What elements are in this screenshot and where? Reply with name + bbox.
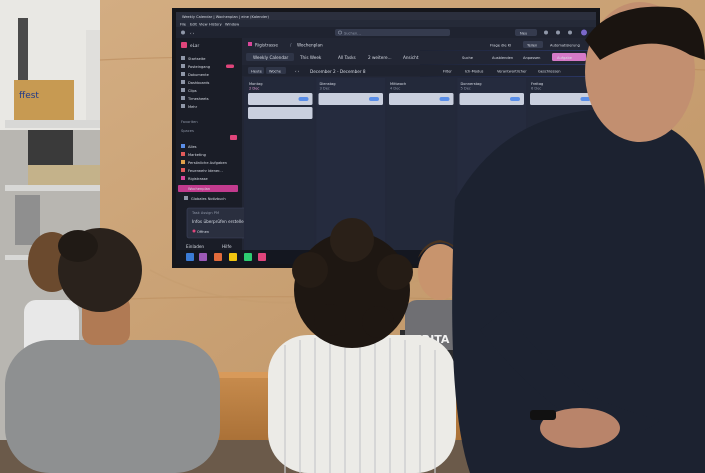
svg-text:ffest: ffest [19, 91, 39, 101]
menu-view[interactable]: View [199, 23, 208, 27]
space-global-notes[interactable]: Globales Notizbuch [191, 197, 226, 201]
add-view-button[interactable]: Ansicht [403, 55, 419, 60]
toggle-icon[interactable] [298, 97, 309, 101]
sidebar-item-posteingang[interactable]: Posteingang [188, 65, 210, 69]
day-date: 2 Dec [249, 87, 259, 91]
ask-ai-button[interactable]: Frage die KI [490, 44, 511, 48]
avatar[interactable] [581, 29, 587, 36]
day-date: 3 Dec [320, 87, 330, 91]
tab-all-tasks[interactable]: All Tasks [338, 55, 356, 60]
svg-text:Weekly Calendar: Weekly Calendar [253, 55, 289, 60]
inbox-icon [181, 64, 185, 68]
menu-edit[interactable]: Edit [190, 23, 198, 27]
search-tasks-button[interactable]: Suche [462, 56, 474, 60]
more-icon [181, 104, 185, 108]
shelf [5, 120, 105, 128]
mine-toggle[interactable]: Ich-Modus [465, 70, 483, 74]
sidebar-item-timesheets[interactable]: Timesheets [187, 97, 209, 101]
customize-button[interactable]: Anpassen [523, 56, 540, 60]
home-icon [181, 56, 185, 60]
breadcrumb-wochenplan[interactable]: Wochenplan [297, 43, 323, 48]
finder-icon[interactable] [186, 253, 194, 261]
bell-icon[interactable] [544, 30, 548, 35]
space-alles[interactable]: Alles [188, 145, 197, 149]
svg-text:Woche: Woche [269, 70, 282, 74]
space-personal-tasks[interactable]: Persönliche Aufgaben [188, 161, 227, 165]
photo: ffest Weekly Calendar | Wochenplan | ein… [0, 0, 705, 473]
day-date: 6 Dec [531, 87, 541, 91]
help-button[interactable]: Hilfe [222, 244, 232, 249]
day-name: Donnerstag [461, 82, 482, 86]
menu-history[interactable]: History [209, 23, 223, 27]
automation-button[interactable]: Automatisierung [550, 44, 580, 48]
add-space-button[interactable] [230, 135, 237, 140]
workspace-name[interactable]: eLar [190, 43, 199, 48]
clock-icon[interactable] [568, 30, 572, 35]
space-rigistrasse[interactable]: Rigistrasse [188, 177, 208, 181]
closed-toggle[interactable]: Geschlossen [538, 70, 561, 74]
favorites-label: Favoriten [181, 120, 198, 124]
day-name: Freitag [531, 82, 543, 86]
space-feuerwehr[interactable]: Feuerwehr Idener... [188, 169, 223, 173]
sidebar-item-dashboards[interactable]: Dashboards [188, 81, 209, 85]
svg-text:Neu: Neu [520, 32, 527, 36]
svg-text:‹ ›: ‹ › [190, 32, 195, 36]
toggle-icon[interactable] [439, 97, 450, 101]
space-marketing[interactable]: Marketing [188, 153, 206, 157]
menu-file[interactable]: File [180, 23, 187, 27]
day-name: Montag [249, 82, 262, 86]
app-icon[interactable] [214, 253, 222, 261]
day-name: Dienstag [320, 82, 336, 86]
toggle-icon[interactable] [369, 97, 379, 101]
grid-icon[interactable] [556, 30, 560, 35]
home-icon[interactable] [181, 30, 185, 35]
dashboard-icon [181, 80, 185, 84]
window-title: Weekly Calendar | Wochenplan | eine (Kal… [182, 15, 270, 19]
tab-more[interactable]: 2 weitere... [368, 55, 392, 60]
svg-text:Heute: Heute [251, 70, 263, 74]
space-wochenplan: Wochenplan [188, 187, 210, 191]
breadcrumb-rigistrasse[interactable]: Rigistrasse [255, 43, 278, 48]
app-icon[interactable] [258, 253, 266, 261]
tab-this-week[interactable]: This Week [299, 55, 322, 60]
scene: ffest Weekly Calendar | Wochenplan | ein… [0, 0, 705, 473]
spaces-label: Spaces [181, 129, 194, 133]
search-placeholder: Suchen... [344, 32, 361, 36]
svg-text:Teilen: Teilen [526, 44, 537, 48]
folder-icon[interactable] [229, 253, 237, 261]
toggle-icon[interactable] [510, 97, 520, 101]
nav-prev-next[interactable]: ‹ › [295, 70, 300, 74]
sidebar-item-mehr[interactable]: Mehr [188, 105, 198, 109]
date-range: December 2 - December 8 [310, 69, 366, 74]
popup-status: Offnen [197, 230, 209, 234]
task-card[interactable] [248, 107, 313, 119]
popup-title: Task Assign PM [191, 211, 219, 215]
menu-window[interactable]: Window [225, 23, 239, 27]
svg-text:Aufgabe: Aufgabe [557, 56, 573, 60]
filter-button[interactable]: Filter [443, 70, 452, 74]
day-date: 5 Dec [461, 87, 471, 91]
popup-subtitle: Infos überprüfen erstellen [192, 219, 247, 224]
timer-icon [181, 96, 185, 100]
hide-button[interactable]: Ausblenden [492, 56, 513, 60]
sidebar-item-dokumente[interactable]: Dokumente [188, 73, 210, 77]
app-icon[interactable] [244, 253, 252, 261]
day-date: 4 Dec [390, 87, 400, 91]
invite-button[interactable]: Einladen [186, 244, 204, 249]
assignee-filter[interactable]: Verantwortlicher [497, 70, 527, 74]
app-icon[interactable] [199, 253, 207, 261]
document-icon [181, 72, 185, 76]
day-name: Mittwoch [390, 82, 406, 86]
clip-icon [181, 88, 185, 92]
sidebar-item-startseite[interactable]: Startseite [188, 57, 206, 61]
sidebar-item-clips[interactable]: Clips [188, 89, 197, 93]
